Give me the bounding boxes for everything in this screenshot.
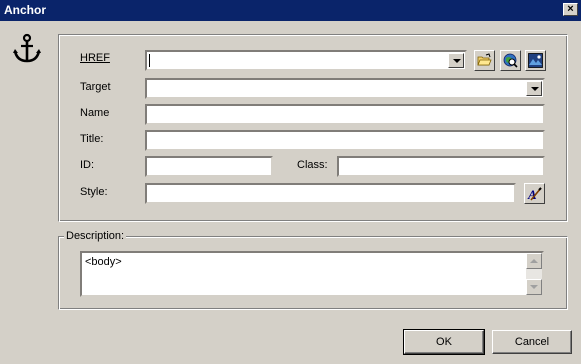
name-input[interactable] [145, 104, 545, 125]
title-input[interactable] [145, 130, 545, 151]
target-combobox[interactable] [145, 78, 545, 99]
class-input[interactable] [337, 156, 545, 177]
scroll-down-button[interactable] [526, 279, 542, 295]
ok-button[interactable]: OK [403, 329, 485, 355]
description-scrollbar[interactable] [526, 253, 542, 295]
style-label: Style: [80, 186, 108, 198]
anchor-dialog: Anchor × HREF Target Name Title: ID: Cla… [0, 0, 581, 364]
style-editor-button[interactable]: A [524, 183, 545, 204]
scroll-up-button[interactable] [526, 253, 542, 269]
style-input[interactable] [145, 183, 516, 204]
description-label: Description: [64, 230, 127, 242]
find-target-icon [503, 53, 518, 68]
find-target-button[interactable] [500, 50, 521, 71]
title-bar[interactable]: Anchor × [0, 0, 581, 21]
cancel-button[interactable]: Cancel [492, 330, 572, 354]
id-input[interactable] [145, 156, 273, 177]
anchor-icon [13, 33, 41, 63]
window-title: Anchor [4, 3, 46, 17]
href-dropdown-button[interactable] [448, 53, 464, 68]
description-text: <body> [85, 256, 122, 268]
href-combobox[interactable] [145, 50, 467, 71]
text-caret [149, 54, 150, 67]
close-button[interactable]: × [563, 3, 578, 16]
description-textarea[interactable]: <body> [80, 251, 544, 297]
href-label: HREF [80, 52, 110, 64]
id-label: ID: [80, 159, 95, 171]
target-label: Target [80, 81, 111, 93]
close-icon: × [567, 3, 574, 15]
class-label: Class: [297, 159, 328, 171]
open-folder-icon [477, 53, 492, 66]
image-preview-icon [528, 53, 543, 68]
target-dropdown-button[interactable] [526, 81, 542, 96]
style-editor-icon: A [527, 187, 542, 201]
title-label: Title: [80, 133, 104, 145]
name-label: Name [80, 107, 110, 119]
image-preview-button[interactable] [525, 50, 546, 71]
browse-button[interactable] [474, 50, 495, 71]
